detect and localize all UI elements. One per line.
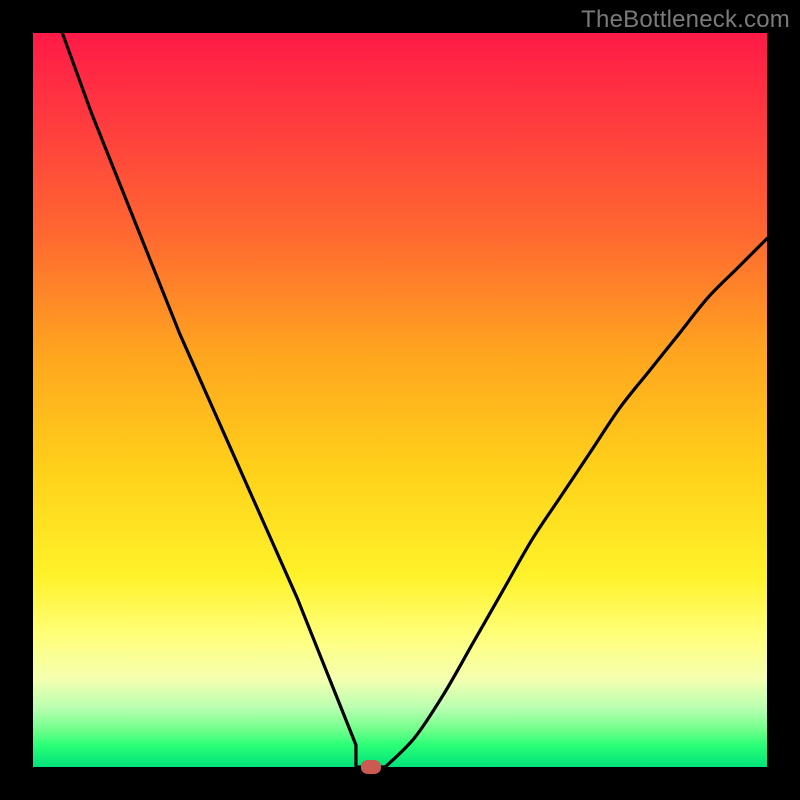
curve-path [62, 33, 767, 769]
watermark-text: TheBottleneck.com [581, 6, 790, 34]
bottleneck-marker [361, 760, 381, 774]
chart-frame: TheBottleneck.com [0, 0, 800, 800]
bottleneck-curve [33, 33, 767, 767]
plot-area [33, 33, 767, 767]
